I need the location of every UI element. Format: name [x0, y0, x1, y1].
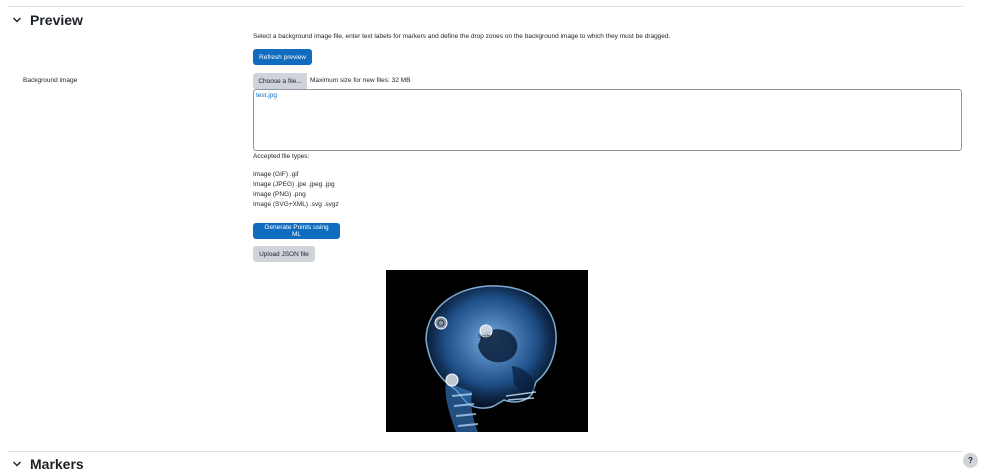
question-icon: ?	[968, 456, 973, 465]
skull-xray-image: Scalp	[386, 270, 588, 432]
list-item: Image (GIF) .gif	[253, 171, 299, 178]
chevron-down-icon	[13, 17, 21, 23]
divider	[8, 6, 963, 7]
file-link-test-jpg[interactable]: test.jpg	[256, 92, 277, 99]
list-item: Image (JPEG) .jpe .jpeg .jpg	[253, 181, 335, 188]
section-title-markers: Markers	[30, 456, 84, 469]
divider	[8, 451, 963, 452]
section-title-preview: Preview	[30, 12, 83, 28]
max-file-size-text: Maximum size for new files: 32 MB	[310, 77, 411, 84]
choose-file-button[interactable]: Choose a file...	[253, 73, 307, 89]
file-drop-area[interactable]: test.jpg	[253, 89, 962, 151]
background-image-label: Background image	[23, 77, 78, 84]
preview-section-toggle[interactable]: Preview	[12, 12, 83, 28]
preview-instructions: Select a background image file, enter te…	[253, 33, 671, 40]
chevron-down-icon	[13, 461, 21, 467]
refresh-preview-button[interactable]: Refresh preview	[253, 49, 312, 65]
help-button[interactable]: ?	[963, 453, 978, 468]
drop-zone-label: Scalp	[478, 334, 491, 340]
accepted-file-types-title: Accepted file types:	[253, 153, 310, 160]
list-item: Image (SVG+XML) .svg .svgz	[253, 201, 339, 208]
background-image-preview: Scalp	[386, 270, 588, 432]
question-edit-form: Preview Select a background image file, …	[0, 0, 981, 469]
upload-json-button[interactable]: Upload JSON file	[253, 246, 315, 262]
generate-points-button[interactable]: Generate Points using ML	[253, 223, 340, 239]
list-item: Image (PNG) .png	[253, 191, 306, 198]
accepted-file-types-list: Image (GIF) .gif Image (JPEG) .jpe .jpeg…	[253, 170, 339, 210]
markers-section-toggle[interactable]: Markers	[12, 456, 84, 469]
